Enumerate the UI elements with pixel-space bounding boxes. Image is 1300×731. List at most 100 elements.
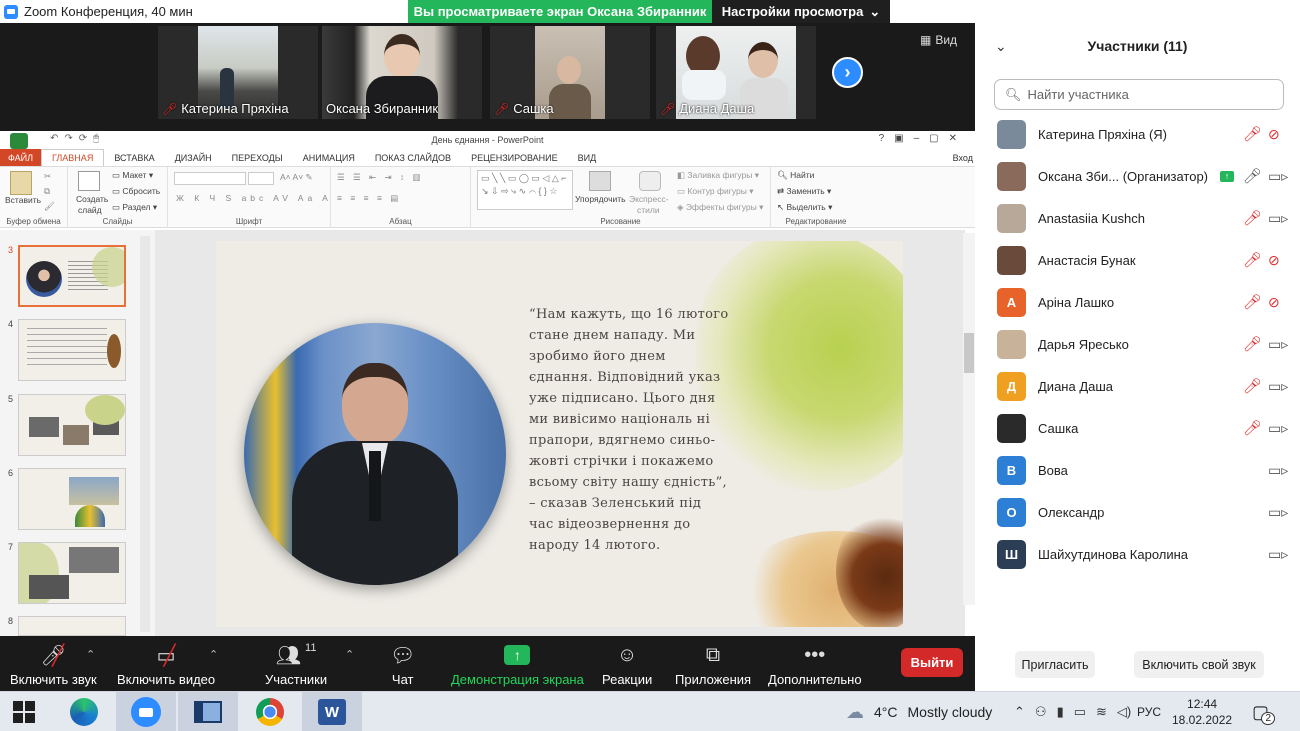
word-taskbar-button[interactable]: W bbox=[302, 692, 362, 731]
video-options-caret[interactable]: ⌃ bbox=[209, 648, 218, 661]
slide-thumbnail[interactable] bbox=[18, 319, 126, 381]
camera-icon[interactable]: ▭▹ bbox=[1268, 336, 1288, 353]
signin-link[interactable]: Вход bbox=[951, 153, 975, 163]
zoom-taskbar-button[interactable] bbox=[116, 692, 176, 731]
start-video-button[interactable]: ▭╱ Включить видео bbox=[117, 642, 215, 688]
format-painter-icon[interactable]: 🖌︎ bbox=[44, 201, 55, 212]
reactions-button[interactable]: ☺ Реакции bbox=[602, 642, 652, 688]
start-button[interactable] bbox=[0, 692, 48, 731]
tab-view[interactable]: ВИД bbox=[568, 153, 607, 163]
video-tile[interactable]: 🎤︎ Сашка bbox=[490, 26, 650, 119]
camera-off-icon[interactable]: ⊘ bbox=[1268, 126, 1280, 143]
input-language[interactable]: РУС bbox=[1137, 692, 1161, 731]
chevron-up-icon[interactable]: ⌃ bbox=[1014, 704, 1025, 720]
layout-button[interactable]: ▭ Макет ▾ bbox=[112, 170, 153, 181]
mic-off-icon[interactable]: 🎤︎ bbox=[1243, 251, 1262, 269]
participant-row[interactable]: Катерина Пряхіна (Я) 🎤︎ ⊘ bbox=[975, 113, 1300, 155]
participant-row[interactable]: Anastasiia Kushch 🎤︎ ▭▹ bbox=[975, 197, 1300, 239]
tab-slideshow[interactable]: ПОКАЗ СЛАЙДОВ bbox=[365, 153, 461, 163]
list-icons[interactable]: ☰ ☰ ⇤ ⇥ ↕ ▥ bbox=[337, 172, 424, 183]
participant-row[interactable]: В Вова ▭▹ bbox=[975, 449, 1300, 491]
slide-thumbnail[interactable] bbox=[18, 542, 126, 604]
chrome-taskbar-button[interactable] bbox=[240, 692, 300, 731]
tab-design[interactable]: ДИЗАЙН bbox=[165, 153, 222, 163]
participant-row[interactable]: Ш Шайхутдинова Каролина ▭▹ bbox=[975, 533, 1300, 575]
slide-scrollbar[interactable] bbox=[963, 233, 975, 605]
video-tile-active-speaker[interactable]: Оксана Збиранник bbox=[322, 26, 482, 119]
shapes-gallery[interactable]: ▭ ╲ ╲ ▭ ◯ ▭ ◁ △ ⌐ ↘ ⇩ ⇨ ⤷ ∿ ⌒ { } ☆ bbox=[477, 170, 573, 210]
more-button[interactable]: ••• Дополнительно bbox=[768, 642, 862, 688]
thumb-scrollbar[interactable] bbox=[140, 236, 150, 632]
font-name-input[interactable] bbox=[174, 172, 246, 185]
copy-icon[interactable]: ⧉ bbox=[44, 186, 50, 197]
tab-animations[interactable]: АНИМАЦИЯ bbox=[293, 153, 365, 163]
participants-button[interactable]: 👥︎ 11 Участники bbox=[265, 642, 327, 687]
tab-file[interactable]: ФАЙЛ bbox=[0, 149, 42, 166]
unmute-me-button[interactable]: Включить свой звук bbox=[1134, 651, 1264, 678]
font-format-icons[interactable]: Ж К Ч S abc AV Aa A bbox=[176, 193, 332, 203]
new-slide-button[interactable]: Создать bbox=[76, 194, 108, 204]
replace-button[interactable]: ⇄ Заменить ▾ bbox=[777, 186, 831, 197]
volume-icon[interactable]: ◁) bbox=[1117, 704, 1131, 720]
view-button[interactable]: ▦ Вид bbox=[920, 33, 957, 47]
find-button[interactable]: 🔍︎ Найти bbox=[777, 170, 814, 181]
usb-icon[interactable]: ▮ bbox=[1057, 704, 1064, 720]
clock[interactable]: 12:44 18.02.2022 bbox=[1172, 692, 1232, 731]
reset-button[interactable]: ▭ Сбросить bbox=[112, 186, 160, 197]
participant-row[interactable]: Дарья Яресько 🎤︎ ▭▹ bbox=[975, 323, 1300, 365]
mic-off-icon[interactable]: 🎤︎ bbox=[1243, 335, 1262, 353]
slide-thumbnail[interactable] bbox=[18, 616, 126, 636]
mic-off-icon[interactable]: 🎤︎ bbox=[1243, 377, 1262, 395]
wifi-icon[interactable]: ≋ bbox=[1096, 704, 1107, 720]
slide-thumbnail[interactable] bbox=[18, 245, 126, 307]
cut-icon[interactable]: ✂ bbox=[44, 171, 51, 182]
shape-outline-button[interactable]: ▭ Контур фигуры ▾ bbox=[677, 186, 754, 197]
audio-options-caret[interactable]: ⌃ bbox=[86, 648, 95, 661]
share-screen-button[interactable]: ↑ Демонстрация экрана bbox=[451, 642, 584, 687]
notifications-button[interactable]: ▢ 2 bbox=[1252, 692, 1276, 731]
tab-review[interactable]: РЕЦЕНЗИРОВАНИЕ bbox=[461, 153, 568, 163]
tab-home[interactable]: ГЛАВНАЯ bbox=[41, 149, 105, 166]
meet-icon[interactable]: ⚇ bbox=[1035, 704, 1047, 720]
apps-button[interactable]: ⧉ Приложения bbox=[675, 642, 751, 688]
font-size-input[interactable] bbox=[248, 172, 274, 185]
tab-insert[interactable]: ВСТАВКА bbox=[104, 153, 164, 163]
camera-icon[interactable]: ▭▹ bbox=[1268, 546, 1288, 563]
participant-row[interactable]: Д Диана Даша 🎤︎ ▭▹ bbox=[975, 365, 1300, 407]
mic-on-icon[interactable]: 🎤︎ bbox=[1243, 167, 1262, 185]
tab-transitions[interactable]: ПЕРЕХОДЫ bbox=[222, 153, 293, 163]
participant-row[interactable]: Оксана Зби... (Организатор) ↑ 🎤︎ ▭▹ bbox=[975, 155, 1300, 197]
camera-icon[interactable]: ▭▹ bbox=[1268, 504, 1288, 521]
camera-icon[interactable]: ▭▹ bbox=[1268, 210, 1288, 227]
battery-icon[interactable]: ▭ bbox=[1074, 704, 1086, 720]
camera-icon[interactable]: ▭▹ bbox=[1268, 168, 1288, 185]
weather-widget[interactable]: ☁ 4°C Mostly cloudy bbox=[846, 692, 992, 731]
participant-row[interactable]: О Олександр ▭▹ bbox=[975, 491, 1300, 533]
participant-row[interactable]: Анастасія Бунак 🎤︎ ⊘ bbox=[975, 239, 1300, 281]
video-tile[interactable]: 🎤︎ Катерина Пряхіна bbox=[158, 26, 318, 119]
camera-icon[interactable]: ▭▹ bbox=[1268, 462, 1288, 479]
chat-button[interactable]: 💬︎ Чат bbox=[390, 642, 415, 688]
leave-button[interactable]: Выйти bbox=[901, 648, 963, 677]
camera-icon[interactable]: ▭▹ bbox=[1268, 420, 1288, 437]
scrollbar-thumb[interactable] bbox=[964, 333, 974, 373]
font-size-icons[interactable]: A˄ A˅ ✎ bbox=[280, 172, 313, 183]
edge-taskbar-button[interactable] bbox=[54, 692, 114, 731]
slide-quote-text[interactable]: “Нам кажуть, що 16 лютого стане днем нап… bbox=[529, 304, 729, 556]
select-button[interactable]: ↖ Выделить ▾ bbox=[777, 202, 832, 213]
next-page-button[interactable]: › bbox=[832, 57, 863, 88]
slide-thumbnail[interactable] bbox=[18, 468, 126, 530]
section-button[interactable]: ▭ Раздел ▾ bbox=[112, 202, 157, 213]
mic-off-icon[interactable]: 🎤︎ bbox=[1243, 293, 1262, 311]
shape-effects-button[interactable]: ◈ Эффекты фигуры ▾ bbox=[677, 202, 763, 213]
quick-styles-button[interactable]: Экспресс- bbox=[629, 194, 669, 204]
participants-caret[interactable]: ⌃ bbox=[345, 648, 354, 661]
unmute-button[interactable]: 🎤︎╱ Включить звук bbox=[10, 642, 97, 688]
camera-off-icon[interactable]: ⊘ bbox=[1268, 294, 1280, 311]
arrange-button[interactable]: Упорядочить bbox=[575, 194, 626, 204]
participant-search-input[interactable]: 🔍︎ Найти участника bbox=[994, 79, 1284, 110]
window-taskbar-button[interactable] bbox=[178, 692, 238, 731]
paste-button[interactable]: Вставить bbox=[5, 195, 41, 205]
system-tray-icons[interactable]: ⌃ ⚇ ▮ ▭ ≋ ◁) bbox=[1014, 692, 1131, 731]
invite-button[interactable]: Пригласить bbox=[1015, 651, 1095, 678]
